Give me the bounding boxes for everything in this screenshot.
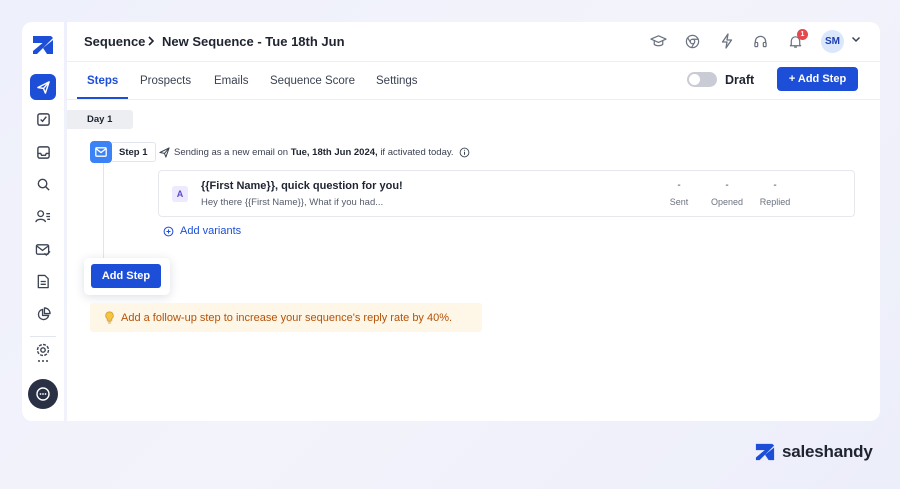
tab-prospects[interactable]: Prospects xyxy=(140,75,191,87)
stat-replied-value: - xyxy=(773,180,777,191)
send-outline-icon xyxy=(159,147,170,158)
graduation-cap-icon xyxy=(649,35,667,47)
tab-steps[interactable]: Steps xyxy=(87,75,118,87)
prospects-icon xyxy=(35,209,51,222)
status-toggle[interactable] xyxy=(687,72,717,87)
add-step-header-button[interactable]: + Add Step xyxy=(777,67,858,91)
email-subject: {{First Name}}, quick question for you! xyxy=(201,180,403,192)
sidebar-item-search[interactable] xyxy=(30,171,56,197)
mail-check-icon xyxy=(35,243,51,256)
chrome-icon xyxy=(685,34,699,48)
plus-circle-icon xyxy=(163,226,174,236)
send-info: Sending as a new email on Tue, 18th Jun … xyxy=(159,147,470,158)
chrome-extension-button[interactable] xyxy=(683,32,701,50)
stat-sent-label: Sent xyxy=(669,197,689,207)
active-tab-indicator xyxy=(77,97,128,99)
saleshandy-logo-icon[interactable] xyxy=(31,34,55,56)
sequence-tabs: Steps Prospects Emails Sequence Score Se… xyxy=(67,62,880,100)
send-info-suffix: if activated today. xyxy=(380,147,454,159)
email-step-card[interactable]: A {{First Name}}, quick question for you… xyxy=(158,170,855,217)
chevron-right-icon xyxy=(148,36,155,46)
breadcrumb-sequence[interactable]: Sequence xyxy=(84,34,145,49)
day-badge: Day 1 xyxy=(67,110,133,129)
sidebar-item-email-accounts[interactable] xyxy=(30,236,56,262)
document-icon xyxy=(37,274,49,288)
whats-new-button[interactable] xyxy=(718,32,736,50)
step-type-email xyxy=(90,141,112,163)
send-info-date: Tue, 18th Jun 2024, xyxy=(290,147,378,159)
inbox-icon xyxy=(36,145,50,159)
chat-support-button[interactable] xyxy=(28,379,58,409)
sidebar-item-tasks[interactable] xyxy=(30,106,56,132)
sidebar-item-templates[interactable] xyxy=(30,268,56,294)
follow-up-tip: Add a follow-up step to increase your se… xyxy=(90,303,482,332)
stat-opened: - Opened xyxy=(702,180,752,207)
stat-replied: - Replied xyxy=(750,180,800,207)
sidebar-item-inbox[interactable] xyxy=(30,139,56,165)
stat-opened-value: - xyxy=(725,180,729,191)
sidebar-divider xyxy=(30,336,56,337)
add-step-button[interactable]: Add Step xyxy=(91,264,161,288)
tab-settings[interactable]: Settings xyxy=(376,75,418,87)
settings-icon xyxy=(36,343,50,362)
add-variants-label: Add variants xyxy=(180,225,242,237)
status-label: Draft xyxy=(725,73,755,87)
page-title: New Sequence - Tue 18th Jun xyxy=(162,34,345,49)
variant-badge: A xyxy=(172,186,188,202)
add-step-popover: Add Step xyxy=(84,258,170,295)
stat-sent-value: - xyxy=(677,180,681,191)
step-label: Step 1 xyxy=(112,142,156,162)
sidebar-item-prospects[interactable] xyxy=(30,203,56,229)
sidebar-item-settings[interactable] xyxy=(30,340,56,366)
stat-sent: - Sent xyxy=(654,180,704,207)
sidebar-item-analytics[interactable] xyxy=(30,301,56,327)
stat-replied-label: Replied xyxy=(759,197,791,207)
saleshandy-logo-icon xyxy=(755,443,775,461)
send-icon xyxy=(36,80,50,94)
search-icon xyxy=(37,178,50,191)
notification-count-badge: 1 xyxy=(797,29,808,40)
academy-button[interactable] xyxy=(649,32,667,50)
tab-emails[interactable]: Emails xyxy=(214,75,249,87)
lightbulb-icon xyxy=(105,311,114,324)
avatar[interactable]: SM xyxy=(821,30,844,53)
support-button[interactable] xyxy=(751,32,769,50)
headset-icon xyxy=(753,35,767,47)
info-icon[interactable] xyxy=(459,147,470,158)
send-info-prefix: Sending as a new email on xyxy=(174,147,289,159)
tip-text: Add a follow-up step to increase your se… xyxy=(121,311,453,324)
chat-icon xyxy=(36,387,50,401)
timeline-line xyxy=(103,163,104,261)
sidebar-item-sequences[interactable] xyxy=(30,74,56,100)
add-variants-link[interactable]: Add variants xyxy=(163,225,241,237)
sidebar xyxy=(22,22,64,421)
email-preview: Hey there {{First Name}}, What if you ha… xyxy=(201,197,384,208)
brand-logo: saleshandy xyxy=(754,442,873,462)
task-check-icon xyxy=(36,112,50,126)
main-panel: Sequence New Sequence - Tue 18th Jun 1 S… xyxy=(67,22,880,421)
page-header: Sequence New Sequence - Tue 18th Jun 1 S… xyxy=(67,22,880,62)
mail-icon xyxy=(95,147,107,157)
toggle-knob xyxy=(689,74,700,85)
chevron-down-icon[interactable] xyxy=(851,36,861,43)
stat-opened-label: Opened xyxy=(710,197,744,207)
bolt-icon xyxy=(721,33,733,49)
brand-name: saleshandy xyxy=(782,442,873,461)
tab-sequence-score[interactable]: Sequence Score xyxy=(270,75,355,87)
pie-chart-icon xyxy=(37,306,51,320)
